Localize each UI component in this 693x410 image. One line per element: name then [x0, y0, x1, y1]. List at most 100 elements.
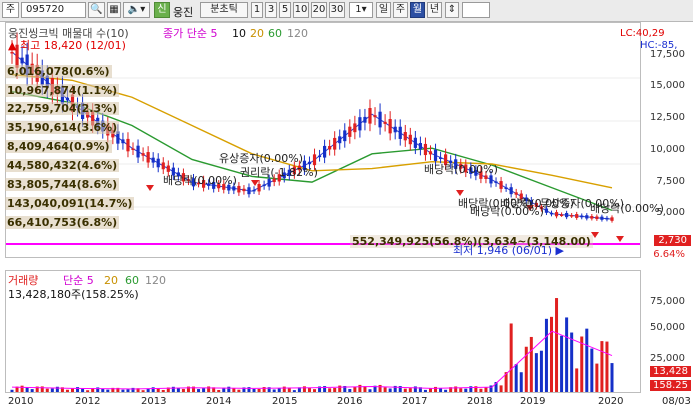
candle-body: [413, 137, 417, 148]
price-axis-label: 7,500: [656, 176, 685, 187]
volume-bar: [292, 390, 296, 392]
volume-bar: [610, 363, 614, 392]
volume-bar: [232, 388, 236, 392]
candle-body: [373, 115, 377, 118]
candle-body: [398, 126, 402, 139]
event-label: 배당락(0.00%): [163, 174, 237, 187]
volume-bar: [353, 386, 357, 392]
ma-legend-60: 60: [268, 27, 282, 40]
ma-legend-10: 10: [232, 27, 246, 40]
volume-bar: [544, 318, 548, 392]
ma-legend-20: 20: [250, 27, 264, 40]
x-axis-label: 2015: [272, 396, 298, 407]
candle-body: [247, 187, 251, 195]
volume-bar: [207, 386, 211, 392]
candle-body: [126, 138, 130, 152]
high-text: 최고 18,420 (12/01): [19, 39, 126, 52]
price-axis-label: 15,000: [650, 80, 685, 91]
candle-body: [262, 184, 266, 187]
volume-bar: [408, 388, 412, 392]
event-marker: [616, 236, 624, 242]
candle-body: [580, 215, 584, 218]
volume-bar: [302, 386, 306, 392]
price-axis-label: 5,000: [656, 207, 685, 218]
event-label: 유상증자(0.00%): [219, 152, 304, 165]
volume-bar: [575, 368, 579, 392]
volume-bar: [101, 388, 105, 392]
volume-bar: [534, 353, 538, 392]
candle-body: [408, 134, 412, 145]
price-axis-label: 17,500: [650, 49, 685, 60]
candle-body: [418, 143, 423, 150]
volume-bar: [30, 389, 34, 392]
candle-body: [600, 216, 604, 220]
volume-bar: [237, 389, 241, 392]
x-axis-label: 2017: [402, 396, 428, 407]
volume-bar: [20, 385, 24, 392]
volume-bar: [529, 336, 533, 392]
event-label: 배당락(0.00%): [470, 205, 544, 218]
volume-bar: [45, 388, 49, 392]
candle-body: [353, 123, 357, 133]
volume-bar: [580, 336, 584, 392]
event-label: 배당락(0.00%): [590, 202, 664, 215]
candle-body: [570, 215, 574, 217]
volume-bar: [10, 389, 14, 392]
volume-bar: [181, 388, 185, 392]
x-axis-label: 2010: [8, 396, 34, 407]
candle-body: [368, 108, 372, 124]
order-row: 83,805,744(8.6%): [5, 178, 120, 191]
candle-body: [151, 157, 155, 163]
volume-current-badge: 13,428: [650, 366, 691, 377]
x-axis-label: 2019: [520, 396, 546, 407]
volume-bar: [464, 388, 468, 392]
volume-bar: [388, 388, 392, 392]
order-row: 143,040,091(14.7%): [5, 197, 135, 210]
volume-bar: [358, 384, 362, 392]
candle-body: [307, 161, 312, 165]
x-axis-label: 08/03: [662, 396, 691, 407]
volume-bar: [383, 387, 387, 392]
candle-body: [328, 146, 332, 150]
volume-axis-label: 50,000: [650, 322, 685, 333]
volume-bar: [368, 389, 372, 392]
volume-legend-title: 거래량: [8, 274, 39, 287]
candle-body: [343, 130, 347, 142]
volume-ma-60: 60: [125, 274, 139, 287]
candle-body: [333, 137, 337, 150]
volume-bar: [161, 389, 165, 392]
volume-bar: [479, 388, 483, 392]
candle-body: [166, 165, 170, 172]
candle-body: [20, 57, 24, 64]
x-axis-label: 2018: [467, 396, 493, 407]
volume-bar: [555, 298, 559, 392]
volume-bar: [514, 364, 518, 392]
candle-body: [559, 214, 564, 217]
volume-bar: [86, 390, 90, 392]
volume-bar: [560, 335, 564, 392]
candle-body: [136, 145, 140, 158]
x-axis-label: 2014: [206, 396, 232, 407]
volume-bar: [65, 389, 69, 392]
volume-axis-label: 75,000: [650, 296, 685, 307]
candle-body: [605, 217, 609, 220]
volume-axis-label: 25,000: [650, 353, 685, 364]
volume-bar: [171, 386, 175, 392]
volume-value: 13,428,180주(158.25%): [8, 288, 139, 301]
volume-bar: [454, 386, 458, 392]
candle-body: [595, 216, 599, 220]
high-annotation: ▲ 최고 18,420 (12/01): [8, 39, 126, 52]
candle-body: [10, 51, 14, 54]
candle-body: [509, 187, 513, 195]
candle-body: [252, 189, 256, 192]
order-row: 35,190,614(3.6%): [5, 121, 120, 134]
candle-body: [317, 155, 322, 158]
volume-bar: [570, 332, 574, 392]
event-label: 배당락(0.00%): [424, 163, 498, 176]
order-row: 66,410,753(6.8%): [5, 216, 120, 229]
volume-bar: [338, 385, 342, 392]
candle-body: [338, 136, 342, 144]
x-axis-label: 2016: [337, 396, 363, 407]
volume-bar: [605, 341, 609, 392]
volume-bar: [590, 348, 594, 392]
